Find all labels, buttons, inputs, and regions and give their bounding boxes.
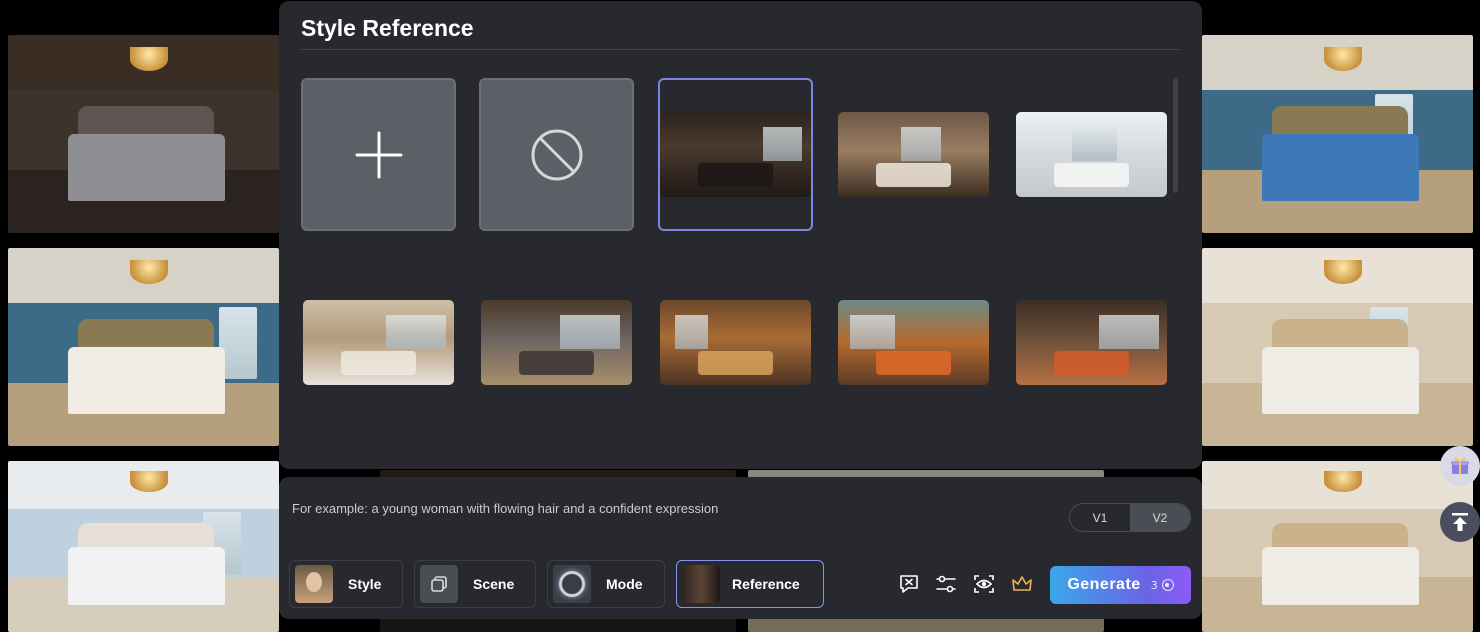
reference-thumbnail[interactable] xyxy=(1014,266,1169,419)
plus-icon xyxy=(355,131,402,178)
modal-title: Style Reference xyxy=(301,15,474,41)
reference-thumbnail[interactable] xyxy=(836,266,991,419)
prompt-panel: For example: a young woman with flowing … xyxy=(279,477,1202,619)
gallery-image[interactable] xyxy=(8,461,279,632)
gallery-image[interactable] xyxy=(1202,35,1473,233)
reference-thumbnail[interactable] xyxy=(479,266,634,419)
scene-chip[interactable]: Scene xyxy=(414,560,536,608)
mode-icon xyxy=(553,565,591,603)
no-reference-button[interactable] xyxy=(479,78,634,231)
mode-chip-label: Mode xyxy=(606,576,643,592)
gift-icon xyxy=(1451,457,1469,474)
scene-chip-label: Scene xyxy=(473,576,515,592)
credit-count: 3 xyxy=(1150,578,1158,592)
scene-icon xyxy=(420,565,458,603)
divider xyxy=(301,49,1180,50)
preview-eye-icon[interactable] xyxy=(972,572,996,596)
gift-button[interactable] xyxy=(1440,446,1480,486)
scrollbar[interactable] xyxy=(1173,78,1178,193)
reference-chip[interactable]: Reference xyxy=(676,560,824,608)
style-reference-modal: Style Reference xyxy=(279,1,1202,469)
prompt-input[interactable]: For example: a young woman with flowing … xyxy=(292,501,718,516)
version-toggle[interactable]: V1 V2 xyxy=(1069,503,1191,532)
coin-icon xyxy=(1161,579,1174,591)
settings-sliders-icon[interactable] xyxy=(934,572,958,596)
generate-button[interactable]: Generate 3 xyxy=(1050,566,1191,604)
add-reference-button[interactable] xyxy=(301,78,456,231)
gallery-image[interactable] xyxy=(8,35,279,233)
reference-thumbnail[interactable] xyxy=(1014,78,1169,231)
crown-icon[interactable] xyxy=(1010,572,1034,596)
mode-chip[interactable]: Mode xyxy=(547,560,665,608)
reference-thumbnail[interactable] xyxy=(658,266,813,419)
scroll-to-top-icon xyxy=(1452,513,1468,531)
no-entry-icon xyxy=(531,129,582,180)
reference-thumbnail-selected[interactable] xyxy=(658,78,813,231)
style-avatar xyxy=(295,565,333,603)
scroll-to-top-button[interactable] xyxy=(1440,502,1480,542)
reference-thumbnail[interactable] xyxy=(301,266,456,419)
gallery-image[interactable] xyxy=(1202,248,1473,446)
style-chip[interactable]: Style xyxy=(289,560,403,608)
version-v2-option[interactable]: V2 xyxy=(1130,504,1190,531)
reference-chip-label: Reference xyxy=(732,576,800,592)
clear-prompt-icon[interactable] xyxy=(897,572,921,596)
reference-chip-thumbnail xyxy=(682,565,720,603)
reference-thumbnail[interactable] xyxy=(836,78,991,231)
style-chip-label: Style xyxy=(348,576,382,592)
version-v1-option[interactable]: V1 xyxy=(1070,504,1130,531)
generate-label: Generate xyxy=(1067,576,1141,593)
gallery-image[interactable] xyxy=(8,248,279,446)
gallery-image[interactable] xyxy=(1202,461,1473,632)
